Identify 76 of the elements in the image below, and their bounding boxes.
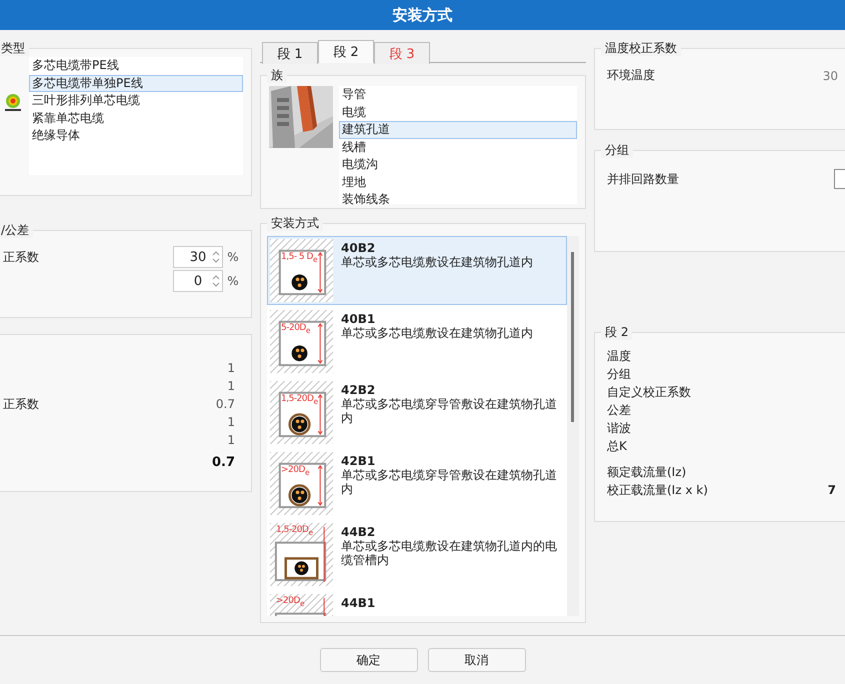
- method-code: 44B2: [341, 525, 376, 539]
- list-item[interactable]: 电缆: [339, 104, 577, 121]
- spin-field[interactable]: 0: [173, 270, 223, 292]
- factor-label: 公差: [607, 402, 632, 419]
- field-label: 环境温度: [607, 67, 655, 84]
- cable-icon: [3, 93, 23, 113]
- current-label: 校正载流量(Iz x k): [607, 482, 708, 499]
- method-code: 42B2: [341, 383, 376, 397]
- unit-label: %: [226, 250, 240, 264]
- spin-field[interactable]: 30: [173, 246, 223, 268]
- group-title: 安装方式: [267, 216, 323, 231]
- tab[interactable]: 段 2: [318, 40, 374, 63]
- dimension-label: >20D$_{e}$: [281, 465, 310, 477]
- method-code: 44B1: [341, 596, 376, 610]
- group-title: 族: [267, 68, 287, 83]
- group-title: 类型: [0, 41, 29, 56]
- field-label: 并排回路数量: [607, 170, 679, 188]
- factor-label: 温度: [607, 348, 632, 365]
- method-code: 42B1: [341, 454, 376, 468]
- list-item[interactable]: 建筑孔道: [339, 121, 577, 138]
- list-item[interactable]: 装饰线条: [339, 191, 577, 208]
- group-title: /公差: [0, 223, 34, 238]
- method-description: 单芯或多芯电缆穿导管敷设在建筑物孔道内: [341, 468, 558, 496]
- install-item[interactable]: 1,5-20D$_{e}$ 42B2 单芯或多芯电缆穿导管敷设在建筑物孔道内: [267, 378, 567, 447]
- list-item[interactable]: 线槽: [339, 138, 577, 156]
- group-title: 温度校正系数: [601, 41, 681, 56]
- scroll-thumb[interactable]: [571, 252, 574, 422]
- factor-label: 谐波: [607, 420, 632, 437]
- dimension-label: 1,5- 5 D$_{e}$: [281, 252, 318, 264]
- install-item[interactable]: 1,5- 5 D$_{e}$ 40B2 单芯或多芯电缆敷设在建筑物孔道内: [267, 236, 567, 305]
- current-label: 额定载流量(Iz): [607, 464, 686, 481]
- tab[interactable]: 段 1: [262, 42, 318, 64]
- temperature-value: 30: [822, 68, 838, 82]
- list-item[interactable]: 导管: [339, 86, 577, 104]
- unit-label: %: [226, 274, 240, 288]
- factor-label: 分组: [607, 366, 632, 383]
- list-item[interactable]: 三叶形排列单芯电缆: [29, 92, 243, 110]
- method-description: 单芯或多芯电缆敷设在建筑物孔道内: [341, 326, 533, 340]
- list-item[interactable]: 电缆沟: [339, 156, 577, 174]
- method-code: 40B2: [341, 241, 376, 255]
- factor-value: 0.7: [212, 454, 235, 470]
- list-item[interactable]: 埋地: [339, 174, 577, 191]
- group-title: 分组: [601, 143, 633, 158]
- spinner-arrows-icon[interactable]: [212, 249, 220, 265]
- method-description: 单芯或多芯电缆敷设在建筑物孔道内的电缆管槽内: [341, 539, 558, 567]
- factor-value: 1: [227, 361, 235, 375]
- field-label: 正系数: [3, 248, 40, 266]
- spinner-arrows-icon[interactable]: [212, 273, 220, 289]
- factor-value: 1: [227, 379, 235, 393]
- list-item[interactable]: 多芯电缆带PE线: [29, 57, 243, 74]
- group-title: 段 2: [601, 325, 632, 340]
- factor-value: 1: [227, 433, 235, 447]
- factor-label: 自定义校正系数: [607, 384, 692, 401]
- dimension-label: 1,5-20D$_{e}$: [281, 394, 318, 406]
- window-title: 安装方式: [392, 6, 452, 24]
- dialog-button[interactable]: 取消: [428, 648, 526, 672]
- method-description: 单芯或多芯电缆穿导管敷设在建筑物孔道内: [341, 397, 558, 425]
- install-item[interactable]: 5-20D$_{e}$ 40B1 单芯或多芯电缆敷设在建筑物孔道内: [267, 307, 567, 376]
- factor-value: 1: [227, 415, 235, 429]
- install-item[interactable]: >20D$_{e}$ 42B1 单芯或多芯电缆穿导管敷设在建筑物孔道内: [267, 449, 567, 518]
- dialog-button[interactable]: 确定: [320, 648, 418, 672]
- factor-label: 总K: [607, 438, 628, 455]
- dimension-label: 1,5-20D$_{e}$: [276, 525, 313, 537]
- factor-label: 正系数: [3, 396, 40, 412]
- dimension-label: >20D$_{e}$: [276, 596, 304, 608]
- list-item[interactable]: 绝缘导体: [29, 127, 243, 144]
- tab[interactable]: 段 3: [374, 42, 430, 64]
- method-description: 单芯或多芯电缆敷设在建筑物孔道内: [341, 255, 533, 269]
- list-item[interactable]: 紧靠单芯电缆: [29, 110, 243, 127]
- install-item[interactable]: 1,5-20D$_{e}$ 44B2 单芯或多芯电缆敷设在建筑物孔道内的电缆管槽内: [267, 520, 567, 589]
- scrollbar[interactable]: [567, 236, 579, 616]
- current-value: 7: [828, 482, 836, 499]
- factor-value: 0.7: [216, 397, 235, 411]
- list-item[interactable]: 多芯电缆带单独PE线: [29, 74, 243, 92]
- dimension-label: 5-20D$_{e}$: [281, 323, 310, 335]
- method-code: 40B1: [341, 312, 376, 326]
